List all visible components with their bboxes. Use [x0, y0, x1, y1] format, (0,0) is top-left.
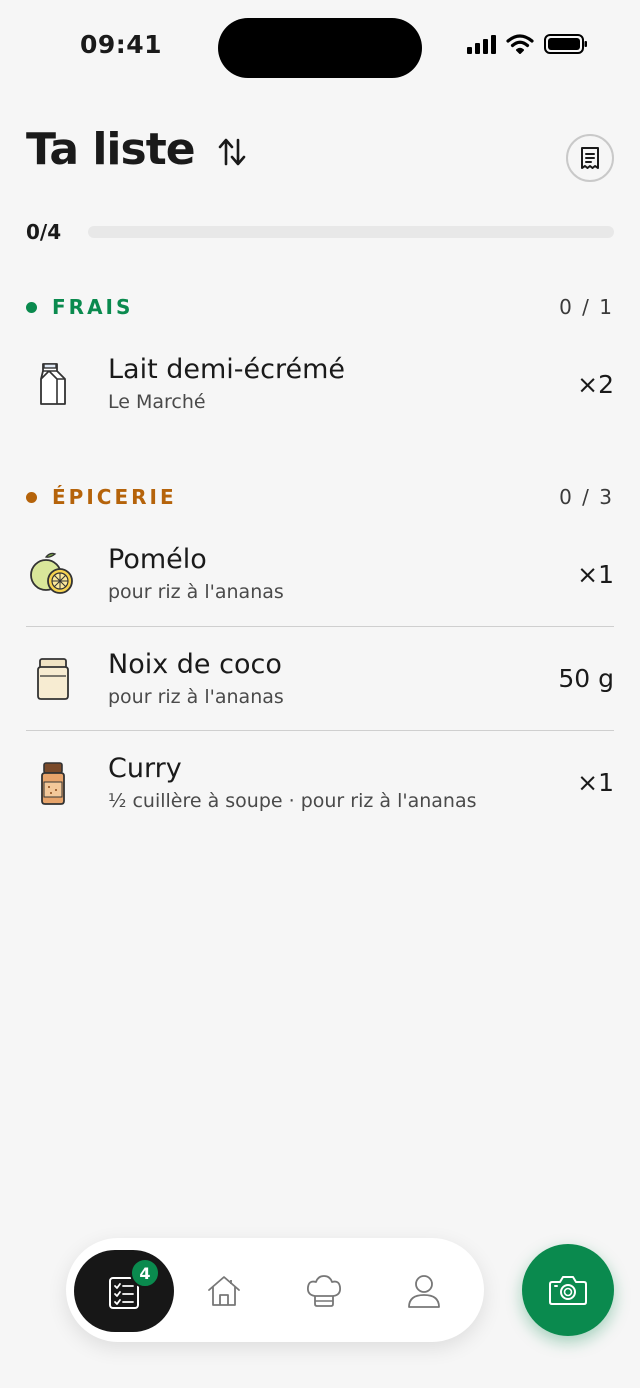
- item-quantity: ×1: [577, 768, 614, 797]
- list-item[interactable]: Pomélo pour riz à l'ananas ×1: [26, 522, 614, 626]
- section-title: ÉPICERIE: [52, 485, 177, 509]
- list-item[interactable]: Curry ½ cuillère à soupe · pour riz à l'…: [26, 730, 614, 834]
- section-header: ÉPICERIE 0 / 3: [26, 482, 614, 512]
- status-icons: [467, 34, 588, 54]
- camera-button[interactable]: [522, 1244, 614, 1336]
- status-time: 09:41: [80, 30, 163, 59]
- bottom-nav: 4: [66, 1238, 484, 1342]
- item-quantity: ×1: [577, 559, 614, 589]
- sort-arrows-icon: [218, 138, 246, 166]
- section-title: FRAIS: [52, 295, 134, 319]
- item-subtitle: pour riz à l'ananas: [108, 685, 284, 708]
- section-dot: [26, 491, 37, 503]
- wifi-icon: [506, 34, 534, 54]
- chef-hat-icon: [306, 1275, 342, 1307]
- spice-jar-icon: [24, 754, 82, 812]
- nav-item-profile[interactable]: [394, 1250, 454, 1332]
- item-subtitle: ½ cuillère à soupe · pour riz à l'ananas: [108, 789, 477, 812]
- section-header: FRAIS 0 / 1: [26, 292, 614, 322]
- item-quantity: ×2: [577, 369, 614, 399]
- receipt-button[interactable]: [566, 134, 614, 182]
- list-item[interactable]: Lait demi-écrémé Le Marché ×2: [26, 332, 614, 436]
- profile-icon: [408, 1275, 440, 1308]
- dynamic-island: [218, 18, 422, 78]
- pomelo-icon: [24, 545, 82, 603]
- item-name: Pomélo: [108, 544, 207, 575]
- item-subtitle: Le Marché: [108, 391, 206, 413]
- item-name: Lait demi-écrémé: [108, 354, 346, 385]
- section-count: 0 / 3: [559, 485, 614, 509]
- status-bar: 09:41: [0, 0, 640, 96]
- item-name: Noix de coco: [108, 648, 282, 680]
- section-dot: [26, 301, 37, 313]
- nav-item-home[interactable]: [194, 1250, 254, 1332]
- progress-bar: [88, 226, 614, 238]
- home-icon: [208, 1276, 240, 1306]
- cellular-signal-icon: [467, 34, 496, 54]
- page-title: Ta liste: [26, 124, 196, 175]
- milk-carton-icon: [24, 355, 82, 413]
- section-frais: FRAIS 0 / 1 Lait demi-écrémé Le Marché ×…: [26, 292, 614, 436]
- battery-icon: [544, 34, 587, 54]
- section-epicerie: ÉPICERIE 0 / 3 Pomélo pour riz à l'anana…: [26, 482, 614, 834]
- nav-item-recipes[interactable]: [294, 1250, 354, 1332]
- receipt-icon: [581, 147, 599, 169]
- item-quantity: 50 g: [558, 664, 614, 693]
- sort-button[interactable]: [212, 132, 252, 172]
- item-subtitle: pour riz à l'ananas: [108, 581, 284, 603]
- item-name: Curry: [108, 752, 182, 784]
- section-count: 0 / 1: [559, 295, 614, 319]
- progress-label: 0/4: [26, 220, 62, 244]
- list-item[interactable]: Noix de coco pour riz à l'ananas 50 g: [26, 626, 614, 730]
- list-count-badge: 4: [130, 1258, 160, 1288]
- nav-item-list[interactable]: [74, 1250, 174, 1332]
- camera-icon: [549, 1276, 587, 1305]
- jar-icon: [24, 650, 82, 708]
